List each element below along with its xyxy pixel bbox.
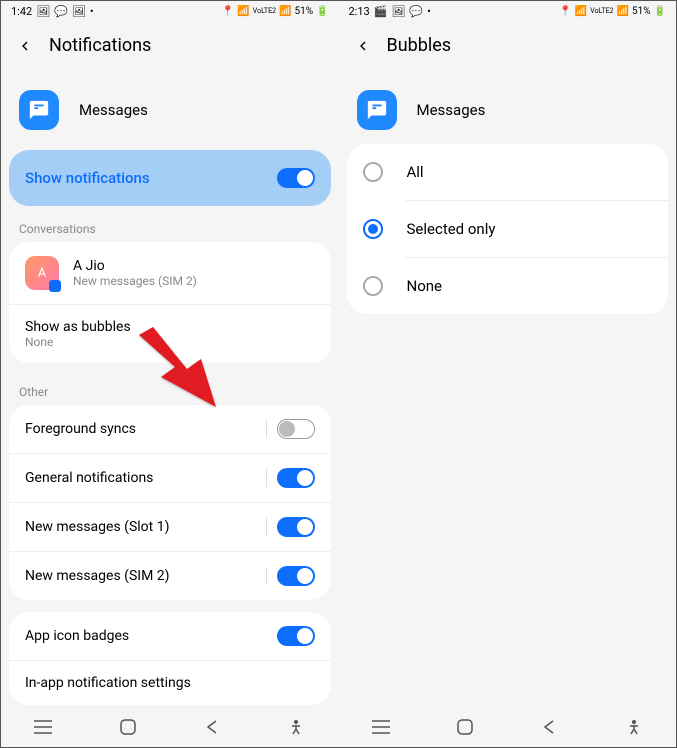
radio-selected-only[interactable]: [363, 219, 383, 239]
foreground-syncs-row[interactable]: Foreground syncs: [9, 405, 331, 454]
avatar-badge-icon: [49, 280, 61, 292]
messages-app-icon: [357, 90, 397, 130]
show-as-bubbles-value: None: [25, 335, 131, 349]
home-button[interactable]: [453, 715, 477, 739]
battery-icon: 🔋: [654, 6, 666, 17]
network-label: VoLTE2: [253, 7, 276, 15]
battery-text: 51%: [632, 6, 651, 17]
location-icon: 📍: [559, 6, 571, 17]
foreground-syncs-toggle[interactable]: [277, 419, 315, 439]
section-other: Other: [1, 375, 339, 405]
recents-button[interactable]: [31, 715, 55, 739]
app-header: Messages: [1, 76, 339, 144]
show-notifications-label: Show notifications: [25, 169, 150, 187]
app-icon-badges-row[interactable]: App icon badges: [9, 612, 331, 661]
options-card: All Selected only None: [347, 144, 669, 314]
radio-none[interactable]: [363, 276, 383, 296]
badges-card: App icon badges In-app notification sett…: [9, 612, 331, 705]
signal-icon: 📶: [617, 6, 629, 17]
option-all[interactable]: All: [347, 144, 669, 200]
battery-text: 51%: [294, 6, 313, 17]
in-app-settings-row[interactable]: In-app notification settings: [9, 661, 331, 705]
back-button[interactable]: [537, 715, 561, 739]
status-time: 2:13: [349, 5, 370, 18]
image-icon: 🖼: [72, 5, 86, 18]
recents-button[interactable]: [369, 715, 393, 739]
wifi-icon: 📶: [575, 6, 587, 17]
app-header: Messages: [339, 76, 677, 144]
page-title: Bubbles: [387, 35, 452, 56]
battery-icon: 🔋: [316, 6, 328, 17]
location-icon: 📍: [222, 6, 234, 17]
show-as-bubbles-label: Show as bubbles: [25, 319, 131, 335]
other-card: Foreground syncs General notifications N…: [9, 405, 331, 600]
conversation-sub: New messages (SIM 2): [73, 274, 197, 288]
screen-bubbles: 2:13 🎬 🖼 💬 • 📍 📶 VoLTE2 📶 51% 🔋 Bubbles …: [339, 1, 677, 747]
status-time: 1:42: [11, 5, 32, 18]
header: Bubbles: [339, 21, 677, 76]
new-messages-slot1-row[interactable]: New messages (Slot 1): [9, 503, 331, 552]
app-name: Messages: [417, 101, 486, 119]
screen-notifications: 1:42 🖼 💬 🖼 • 📍 📶 VoLTE2 📶 51% 🔋 Notifica…: [1, 1, 339, 747]
image-icon: 🖼: [391, 5, 405, 18]
back-icon[interactable]: [17, 38, 33, 54]
new-messages-sim2-toggle[interactable]: [277, 566, 315, 586]
option-none[interactable]: None: [347, 258, 669, 314]
chat-icon: 💬: [54, 5, 68, 18]
general-notifications-toggle[interactable]: [277, 468, 315, 488]
general-notifications-row[interactable]: General notifications: [9, 454, 331, 503]
show-notifications-row[interactable]: Show notifications: [9, 150, 331, 206]
page-title: Notifications: [49, 35, 151, 56]
chat-icon: 💬: [409, 5, 423, 18]
accessibility-button[interactable]: [622, 715, 646, 739]
more-icon: •: [427, 5, 431, 18]
signal-icon: 📶: [279, 6, 291, 17]
section-conversations: Conversations: [1, 212, 339, 242]
more-icon: •: [90, 5, 94, 18]
image-icon: 🖼: [36, 5, 50, 18]
nav-bar: [1, 707, 339, 747]
radio-all[interactable]: [363, 162, 383, 182]
nav-bar: [339, 707, 677, 747]
back-button[interactable]: [200, 715, 224, 739]
status-bar: 2:13 🎬 🖼 💬 • 📍 📶 VoLTE2 📶 51% 🔋: [339, 1, 677, 21]
messages-app-icon: [19, 90, 59, 130]
header: Notifications: [1, 21, 339, 76]
new-messages-sim2-row[interactable]: New messages (SIM 2): [9, 552, 331, 600]
back-icon[interactable]: [355, 38, 371, 54]
new-messages-slot1-toggle[interactable]: [277, 517, 315, 537]
wifi-icon: 📶: [237, 6, 249, 17]
show-notifications-toggle[interactable]: [277, 168, 315, 188]
status-bar: 1:42 🖼 💬 🖼 • 📍 📶 VoLTE2 📶 51% 🔋: [1, 1, 339, 21]
app-icon-badges-toggle[interactable]: [277, 626, 315, 646]
option-selected-only[interactable]: Selected only: [347, 201, 669, 257]
conversation-name: A Jio: [73, 258, 197, 274]
conversations-card: A A Jio New messages (SIM 2) Show as bub…: [9, 242, 331, 363]
home-button[interactable]: [116, 715, 140, 739]
conversation-item[interactable]: A A Jio New messages (SIM 2): [9, 242, 331, 305]
accessibility-button[interactable]: [284, 715, 308, 739]
app-name: Messages: [79, 101, 148, 119]
video-icon: 🎬: [374, 5, 388, 18]
show-as-bubbles-row[interactable]: Show as bubbles None: [9, 305, 331, 363]
conversation-avatar: A: [25, 256, 59, 290]
network-label: VoLTE2: [590, 7, 613, 15]
